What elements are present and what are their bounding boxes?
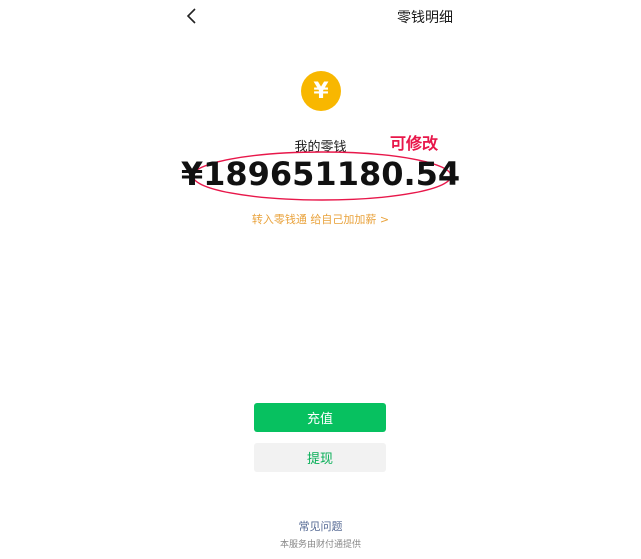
balance-amount: ¥189651180.54 [180, 155, 461, 193]
wallet-coin-icon: ¥ [301, 71, 341, 111]
faq-link[interactable]: 常见问题 [0, 518, 641, 534]
transfer-to-licaitong-link[interactable]: 转入零钱通 给自己加加薪 > [0, 211, 641, 227]
wallet-balance-page: 零钱明细 ¥ 我的零钱 可修改 ¥189651180.54 转入零钱通 给自己加… [0, 0, 641, 559]
yuan-symbol: ¥ [313, 78, 329, 104]
balance-details-link[interactable]: 零钱明细 [397, 7, 453, 27]
recharge-button[interactable]: 充值 [254, 403, 386, 432]
chevron-left-icon [186, 8, 198, 24]
provider-note: 本服务由财付通提供 [279, 540, 361, 550]
back-button[interactable] [181, 4, 203, 28]
withdraw-button[interactable]: 提现 [254, 443, 386, 472]
